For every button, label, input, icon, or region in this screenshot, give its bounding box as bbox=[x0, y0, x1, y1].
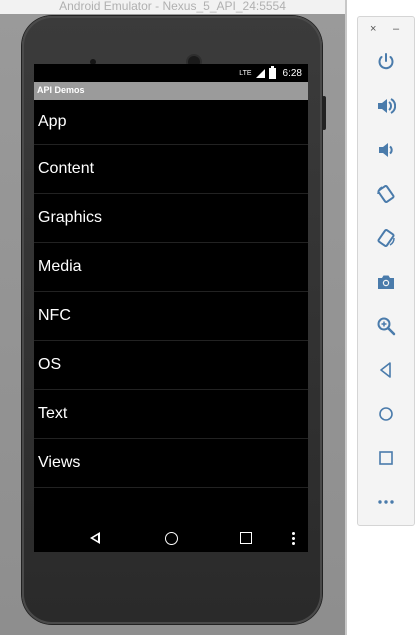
list-item-label: Content bbox=[38, 160, 95, 177]
volume-side-button bbox=[322, 96, 326, 130]
emulator-window: Android Emulator - Nexus_5_API_24:5554 L… bbox=[0, 0, 345, 635]
list-item-graphics[interactable]: Graphics bbox=[34, 194, 308, 243]
signal-icon bbox=[255, 68, 265, 78]
list-item-os[interactable]: OS bbox=[34, 341, 308, 390]
camera-icon[interactable] bbox=[374, 270, 398, 294]
window-title: Android Emulator - Nexus_5_API_24:5554 bbox=[0, 0, 345, 14]
list-item-label: Media bbox=[38, 258, 82, 275]
rotate-left-icon[interactable] bbox=[374, 182, 398, 206]
list-item-media[interactable]: Media bbox=[34, 243, 308, 292]
status-bar: LTE 6:28 bbox=[34, 64, 308, 82]
minimize-icon[interactable]: – bbox=[393, 23, 399, 35]
navigation-bar bbox=[34, 523, 308, 552]
overview-icon[interactable] bbox=[374, 446, 398, 470]
rotate-right-icon[interactable] bbox=[374, 226, 398, 250]
power-icon[interactable] bbox=[374, 50, 398, 74]
list-item-nfc[interactable]: NFC bbox=[34, 292, 308, 341]
back-icon[interactable] bbox=[86, 529, 104, 547]
more-icon[interactable] bbox=[374, 490, 398, 514]
home-icon[interactable] bbox=[162, 529, 180, 547]
home-icon[interactable] bbox=[374, 402, 398, 426]
window-edge bbox=[345, 0, 347, 635]
action-bar: API Demos bbox=[34, 82, 308, 100]
status-time: 6:28 bbox=[282, 67, 302, 79]
zoom-icon[interactable] bbox=[374, 314, 398, 338]
battery-icon bbox=[268, 65, 276, 79]
lte-icon: LTE bbox=[239, 69, 252, 77]
list-item-label: Graphics bbox=[38, 209, 103, 226]
app-title: API Demos bbox=[37, 85, 85, 95]
list-item-label: Views bbox=[38, 454, 81, 471]
emulator-toolbar: × – bbox=[357, 16, 415, 526]
device-screen: LTE 6:28 API Demos App Content Graphics … bbox=[34, 64, 308, 552]
list-item-content[interactable]: Content bbox=[34, 145, 308, 194]
demo-list: App Content Graphics Media NFC OS Text V… bbox=[34, 100, 308, 523]
list-item-label: App bbox=[38, 113, 67, 130]
list-item-text[interactable]: Text bbox=[34, 390, 308, 439]
list-item-app[interactable]: App bbox=[34, 100, 308, 145]
volume-down-icon[interactable] bbox=[374, 138, 398, 162]
list-item-label: NFC bbox=[38, 307, 71, 324]
list-item-label: OS bbox=[38, 356, 62, 373]
back-icon[interactable] bbox=[374, 358, 398, 382]
close-icon[interactable]: × bbox=[370, 23, 376, 35]
overflow-menu-icon[interactable] bbox=[284, 529, 302, 547]
list-item-views[interactable]: Views bbox=[34, 439, 308, 488]
recents-icon[interactable] bbox=[237, 529, 255, 547]
list-item-label: Text bbox=[38, 405, 68, 422]
volume-up-icon[interactable] bbox=[374, 94, 398, 118]
